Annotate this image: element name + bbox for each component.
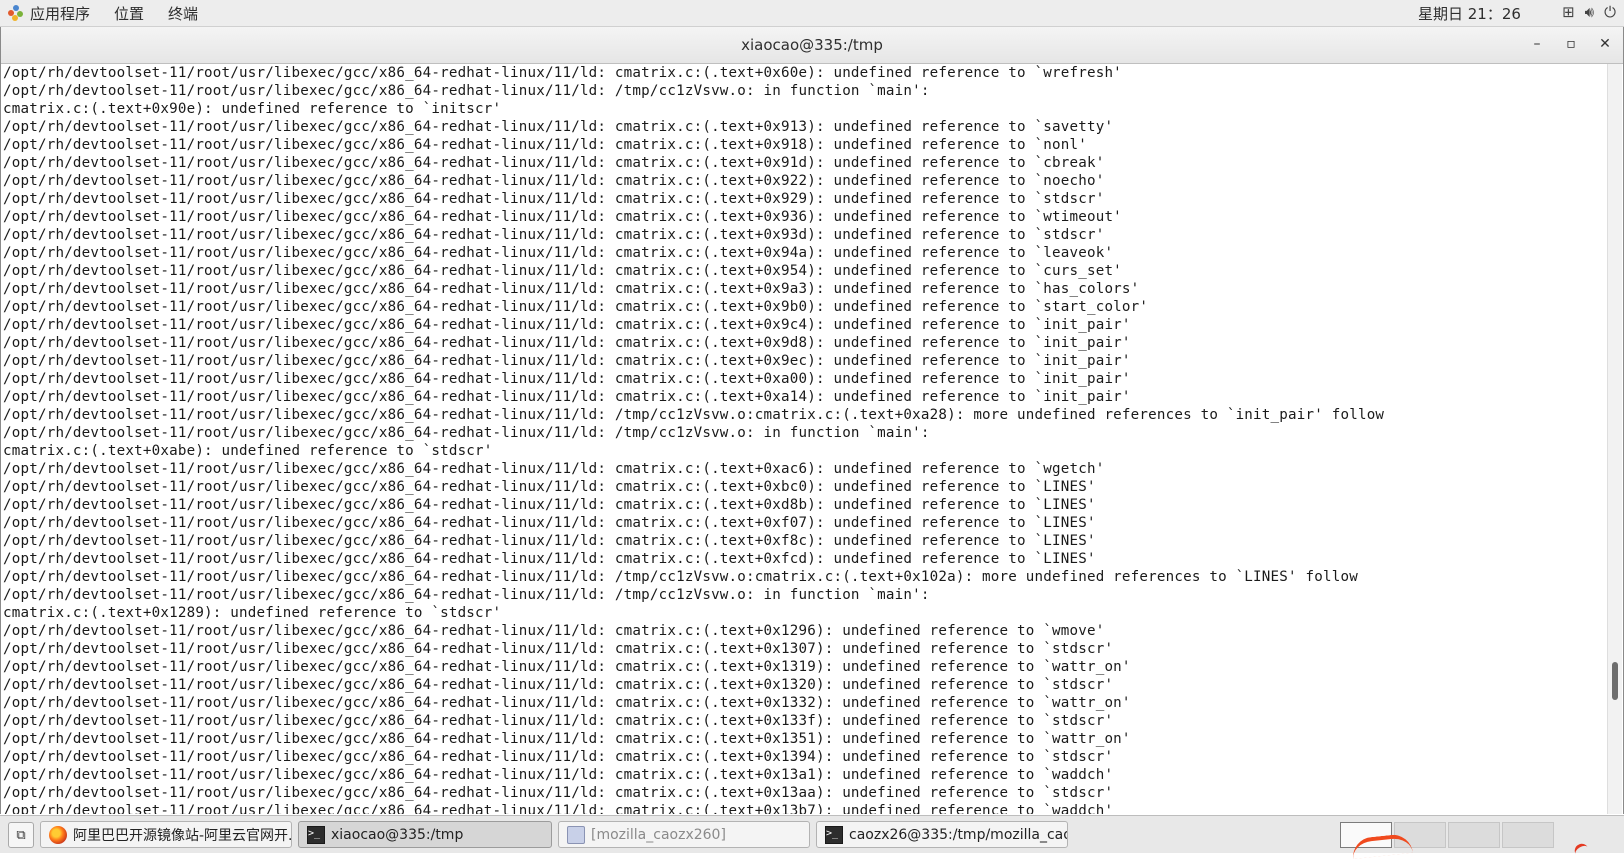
- terminal-line: /opt/rh/devtoolset-11/root/usr/libexec/g…: [3, 281, 1140, 297]
- task-label: xiaocao@335:/tmp: [331, 826, 464, 843]
- terminal-line: /opt/rh/devtoolset-11/root/usr/libexec/g…: [3, 335, 1131, 351]
- terminal-output[interactable]: /opt/rh/devtoolset-11/root/usr/libexec/g…: [1, 64, 1609, 814]
- terminal-line: /opt/rh/devtoolset-11/root/usr/libexec/g…: [3, 155, 1105, 171]
- top-panel: 应用程序 位置 终端 星期日 21：26 ⊞ 🔊︎ ⏻: [0, 0, 1624, 27]
- applications-menu-label[interactable]: 应用程序: [30, 3, 90, 24]
- applications-menu[interactable]: 应用程序: [8, 3, 90, 24]
- task-terminal-xiaocao[interactable]: >_ xiaocao@335:/tmp: [298, 821, 552, 848]
- task-firefox[interactable]: 阿里巴巴开源镜像站-阿里云官网开...: [40, 821, 292, 848]
- task-label: caozx26@335:/tmp/mozilla_caozx-...: [849, 826, 1067, 843]
- terminal-line: /opt/rh/devtoolset-11/root/usr/libexec/g…: [3, 65, 1122, 81]
- terminal-line: /opt/rh/devtoolset-11/root/usr/libexec/g…: [3, 641, 1114, 657]
- scrollbar-thumb[interactable]: [1612, 662, 1618, 700]
- terminal-line: /opt/rh/devtoolset-11/root/usr/libexec/g…: [3, 767, 1114, 783]
- task-label: 阿里巴巴开源镜像站-阿里云官网开...: [73, 827, 292, 844]
- task-label: [mozilla_caozx260]: [591, 826, 726, 843]
- terminal-line: /opt/rh/devtoolset-11/root/usr/libexec/g…: [3, 119, 1114, 135]
- task-terminal-caozx26[interactable]: >_ caozx26@335:/tmp/mozilla_caozx-...: [816, 821, 1068, 848]
- network-icon[interactable]: ⊞: [1562, 3, 1575, 21]
- terminal-line: /opt/rh/devtoolset-11/root/usr/libexec/g…: [3, 407, 1385, 423]
- terminal-line: /opt/rh/devtoolset-11/root/usr/libexec/g…: [3, 371, 1131, 387]
- terminal-line: /opt/rh/devtoolset-11/root/usr/libexec/g…: [3, 389, 1131, 405]
- close-button[interactable]: ✕: [1597, 36, 1613, 52]
- terminal-line: /opt/rh/devtoolset-11/root/usr/libexec/g…: [3, 677, 1114, 693]
- terminal-scrollbar[interactable]: [1607, 64, 1622, 814]
- terminal-line: /opt/rh/devtoolset-11/root/usr/libexec/g…: [3, 785, 1114, 801]
- terminal-icon: >_: [307, 825, 325, 844]
- terminal-line: /opt/rh/devtoolset-11/root/usr/libexec/g…: [3, 731, 1131, 747]
- terminal-line: /opt/rh/devtoolset-11/root/usr/libexec/g…: [3, 191, 1105, 207]
- terminal-line: /opt/rh/devtoolset-11/root/usr/libexec/g…: [3, 461, 1105, 477]
- terminal-line: /opt/rh/devtoolset-11/root/usr/libexec/g…: [3, 497, 1096, 513]
- volume-icon[interactable]: 🔊︎: [1585, 3, 1594, 21]
- terminal-icon: >_: [825, 825, 843, 844]
- terminal-line: /opt/rh/devtoolset-11/root/usr/libexec/g…: [3, 623, 1105, 639]
- terminal-line: /opt/rh/devtoolset-11/root/usr/libexec/g…: [3, 695, 1131, 711]
- workspace-4[interactable]: [1502, 822, 1554, 848]
- terminal-line: /opt/rh/devtoolset-11/root/usr/libexec/g…: [3, 173, 1105, 189]
- terminal-text: /opt/rh/devtoolset-11/root/usr/libexec/g…: [1, 64, 1609, 814]
- terminal-line: /opt/rh/devtoolset-11/root/usr/libexec/g…: [3, 425, 930, 441]
- terminal-line: cmatrix.c:(.text+0xabe): undefined refer…: [3, 443, 493, 459]
- terminal-line: /opt/rh/devtoolset-11/root/usr/libexec/g…: [3, 245, 1114, 261]
- terminal-menu[interactable]: 终端: [168, 3, 198, 24]
- places-menu[interactable]: 位置: [114, 3, 144, 24]
- workspace-3[interactable]: [1448, 822, 1500, 848]
- file-icon: [567, 825, 585, 844]
- terminal-line: /opt/rh/devtoolset-11/root/usr/libexec/g…: [3, 353, 1131, 369]
- terminal-line: /opt/rh/devtoolset-11/root/usr/libexec/g…: [3, 587, 930, 603]
- terminal-line: /opt/rh/devtoolset-11/root/usr/libexec/g…: [3, 551, 1096, 567]
- terminal-line: /opt/rh/devtoolset-11/root/usr/libexec/g…: [3, 263, 1122, 279]
- terminal-line: /opt/rh/devtoolset-11/root/usr/libexec/g…: [3, 137, 1087, 153]
- terminal-line: /opt/rh/devtoolset-11/root/usr/libexec/g…: [3, 515, 1096, 531]
- terminal-line: /opt/rh/devtoolset-11/root/usr/libexec/g…: [3, 803, 1114, 814]
- system-tray[interactable]: ⊞ 🔊︎ ⏻: [1562, 3, 1616, 21]
- terminal-line: /opt/rh/devtoolset-11/root/usr/libexec/g…: [3, 713, 1114, 729]
- terminal-line: /opt/rh/devtoolset-11/root/usr/libexec/g…: [3, 227, 1105, 243]
- clock[interactable]: 星期日 21：26: [1418, 3, 1521, 24]
- terminal-line: /opt/rh/devtoolset-11/root/usr/libexec/g…: [3, 659, 1131, 675]
- gnome-foot-icon: [8, 5, 24, 21]
- terminal-line: cmatrix.c:(.text+0x1289): undefined refe…: [3, 605, 502, 621]
- terminal-line: /opt/rh/devtoolset-11/root/usr/libexec/g…: [3, 533, 1096, 549]
- terminal-line: /opt/rh/devtoolset-11/root/usr/libexec/g…: [3, 299, 1149, 315]
- maximize-button[interactable]: ▫: [1563, 36, 1579, 52]
- terminal-line: cmatrix.c:(.text+0x90e): undefined refer…: [3, 101, 502, 117]
- terminal-line: /opt/rh/devtoolset-11/root/usr/libexec/g…: [3, 209, 1122, 225]
- minimize-button[interactable]: –: [1529, 36, 1545, 52]
- firefox-icon: [49, 825, 67, 844]
- window-titlebar[interactable]: xiaocao@335:/tmp – ▫ ✕: [1, 27, 1623, 64]
- terminal-line: /opt/rh/devtoolset-11/root/usr/libexec/g…: [3, 83, 930, 99]
- show-desktop-icon: ⧉: [16, 827, 26, 843]
- power-icon[interactable]: ⏻: [1604, 3, 1616, 21]
- task-file-mozilla[interactable]: [mozilla_caozx260]: [558, 821, 810, 848]
- terminal-line: /opt/rh/devtoolset-11/root/usr/libexec/g…: [3, 749, 1114, 765]
- terminal-line: /opt/rh/devtoolset-11/root/usr/libexec/g…: [3, 317, 1131, 333]
- terminal-window: xiaocao@335:/tmp – ▫ ✕ /opt/rh/devtoolse…: [0, 27, 1624, 814]
- show-desktop-button[interactable]: ⧉: [8, 822, 34, 848]
- window-title: xiaocao@335:/tmp: [741, 36, 883, 54]
- terminal-line: /opt/rh/devtoolset-11/root/usr/libexec/g…: [3, 479, 1096, 495]
- terminal-line: /opt/rh/devtoolset-11/root/usr/libexec/g…: [3, 569, 1358, 585]
